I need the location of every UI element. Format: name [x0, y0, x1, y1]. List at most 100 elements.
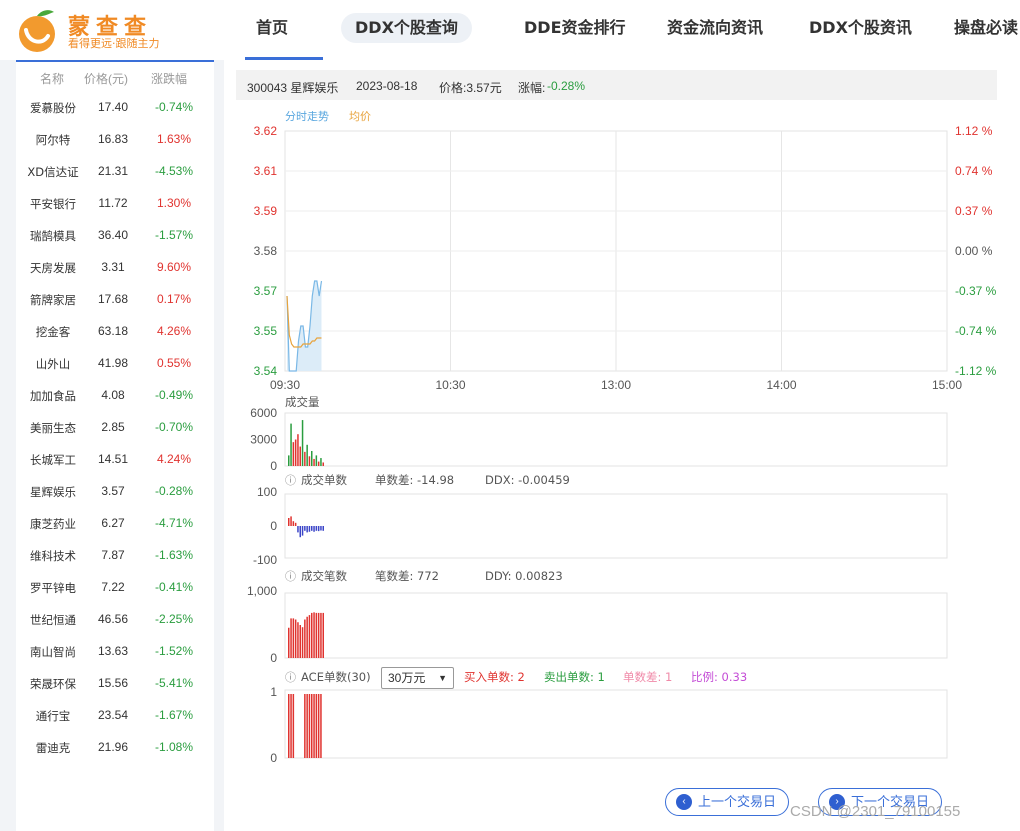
order-count-help-icon: ⓘ [285, 474, 296, 487]
stock-name: 平安银行 [30, 197, 76, 211]
volume-title: 成交量 [285, 395, 320, 409]
prev-trading-day-button[interactable]: ‹ 上一个交易日 [665, 788, 790, 816]
stock-price: 15.56 [97, 676, 129, 690]
time-x-tick: 10:30 [435, 378, 465, 392]
volume-y-tick: 3000 [250, 433, 277, 447]
stock-list-row[interactable]: XD信达证 21.31 -4.53% [16, 155, 214, 187]
stock-name: 长城军工 [30, 453, 76, 467]
ace-sell-count: 卖出单数: 1 [544, 670, 605, 684]
stock-list-row[interactable]: 阿尔特 16.83 1.63% [16, 123, 214, 155]
volume-bar [299, 446, 301, 466]
volume-bar [288, 455, 290, 466]
trade-count-y-tick: 0 [270, 651, 277, 665]
stock-name: 南山智尚 [30, 645, 76, 659]
stock-price: 21.31 [97, 164, 129, 178]
stock-change: -5.41% [154, 676, 194, 690]
pct-y-tick: 0.00 % [955, 244, 993, 258]
nav-ddx-stock-news[interactable]: DDX个股资讯 [809, 13, 912, 43]
stock-info-bar: 300043 星辉娱乐 2023-08-18 价格:3.57元 涨幅: -0.2… [236, 70, 997, 100]
ace-threshold-select[interactable]: 30万元 ▼ [381, 667, 454, 689]
stock-change: 1.30% [156, 196, 192, 210]
order-count-bar [292, 521, 295, 526]
brand-logo[interactable]: 蒙查查 看得更远·跟随主力 [14, 6, 214, 54]
ace-bar [290, 694, 292, 758]
stock-change-label: 涨幅: [518, 81, 546, 95]
ace-bar [292, 694, 295, 758]
stock-list-row[interactable]: 平安银行 11.72 1.30% [16, 187, 214, 219]
trade-count-stat-1: 笔数差: 772 [375, 569, 439, 583]
chevron-down-icon: ▼ [438, 673, 447, 683]
trade-count-bar [315, 612, 318, 658]
volume-bar [315, 455, 318, 466]
stock-list-row[interactable]: 维科技术 7.87 -1.63% [16, 539, 214, 571]
stock-list-row[interactable]: 爱慕股份 17.40 -0.74% [16, 91, 214, 123]
nav-home[interactable]: 首页 [256, 13, 288, 43]
ace-bar [320, 694, 322, 758]
nav-dde-ranking[interactable]: DDE资金排行 [524, 13, 626, 43]
stock-name: 荣晟环保 [30, 677, 76, 691]
stock-list-row[interactable]: 罗平锌电 7.22 -0.41% [16, 571, 214, 603]
nav-fund-flow-news[interactable]: 资金流向资讯 [667, 13, 763, 43]
stock-list-row[interactable]: 南山智尚 13.63 -1.52% [16, 635, 214, 667]
volume-bar [290, 423, 292, 466]
header-name: 名称 [40, 72, 65, 86]
stock-change-value: -0.28% [547, 79, 586, 93]
nav-must-read[interactable]: 操盘必读 [954, 13, 1018, 43]
pct-y-tick: 0.74 % [955, 164, 993, 178]
order-count-y-tick: -100 [253, 553, 277, 567]
stock-list-row[interactable]: 荣晟环保 15.56 -5.41% [16, 667, 214, 699]
trade-count-bar [317, 612, 320, 658]
price-area [287, 281, 322, 371]
stock-change: 4.24% [156, 452, 192, 466]
stock-change: -1.57% [154, 228, 194, 242]
price-y-tick: 3.58 [254, 244, 278, 258]
stock-list-row[interactable]: 通行宝 23.54 -1.67% [16, 699, 214, 731]
order-count-bar [308, 526, 311, 532]
stock-code-name: 300043 星辉娱乐 [247, 81, 339, 95]
stock-list-row[interactable]: 箭牌家居 17.68 0.17% [16, 283, 214, 315]
trade-count-bar [313, 612, 315, 658]
stock-list-row[interactable]: 挖金客 63.18 4.26% [16, 315, 214, 347]
volume-bar [317, 461, 320, 466]
order-count-bar [317, 526, 320, 532]
ace-bar [306, 694, 308, 758]
stock-change: -0.70% [154, 420, 194, 434]
stock-list-row[interactable]: 瑞鹄模具 36.40 -1.57% [16, 219, 214, 251]
trade-count-bar [306, 616, 308, 658]
order-count-bar [311, 526, 313, 531]
ace-y-tick: 1 [270, 685, 277, 699]
stock-list-row[interactable]: 康芝药业 6.27 -4.71% [16, 507, 214, 539]
ace-bar [288, 694, 290, 758]
price-y-tick: 3.62 [254, 124, 278, 138]
stock-list-row[interactable]: 山外山 41.98 0.55% [16, 347, 214, 379]
stock-name: XD信达证 [27, 165, 79, 179]
top-bar: 蒙查查 看得更远·跟随主力 首页 DDX个股查询 DDE资金排行 资金流向资讯 … [0, 0, 1020, 60]
nav-ddx-query[interactable]: DDX个股查询 [341, 13, 472, 43]
order-count-stat-2: DDX: -0.00459 [485, 473, 570, 487]
trade-count-help-icon: ⓘ [285, 570, 296, 583]
stock-name: 阿尔特 [35, 133, 71, 147]
stock-name: 维科技术 [30, 549, 76, 563]
trade-count-bar [299, 625, 301, 658]
stock-name: 星辉娱乐 [30, 485, 76, 499]
legend-avg-price: 均价 [349, 110, 371, 123]
stock-change: 4.26% [156, 324, 192, 338]
stock-list-row[interactable]: 天房发展 3.31 9.60% [16, 251, 214, 283]
stock-price: 17.40 [97, 100, 129, 114]
ace-bar [317, 694, 320, 758]
stock-list-row[interactable]: 长城军工 14.51 4.24% [16, 443, 214, 475]
stock-list-row[interactable]: 雷迪克 21.96 -1.08% [16, 731, 214, 763]
stock-name: 世纪恒通 [30, 613, 76, 627]
ace-ratio: 比例: 0.33 [691, 670, 747, 684]
volume-bar [322, 462, 324, 466]
ace-bar [315, 694, 318, 758]
ace-threshold-value: 30万元 [388, 671, 426, 685]
stock-list-header: 名称 价格(元) 涨跌幅 [16, 60, 214, 90]
order-count-panel-frame [284, 493, 948, 559]
stock-list-row[interactable]: 世纪恒通 46.56 -2.25% [16, 603, 214, 635]
stock-list-row[interactable]: 美丽生态 2.85 -0.70% [16, 411, 214, 443]
stock-list-row[interactable]: 星辉娱乐 3.57 -0.28% [16, 475, 214, 507]
stock-list-row[interactable]: 加加食品 4.08 -0.49% [16, 379, 214, 411]
volume-bar [320, 458, 322, 466]
order-count-title: 成交单数 [301, 473, 347, 487]
